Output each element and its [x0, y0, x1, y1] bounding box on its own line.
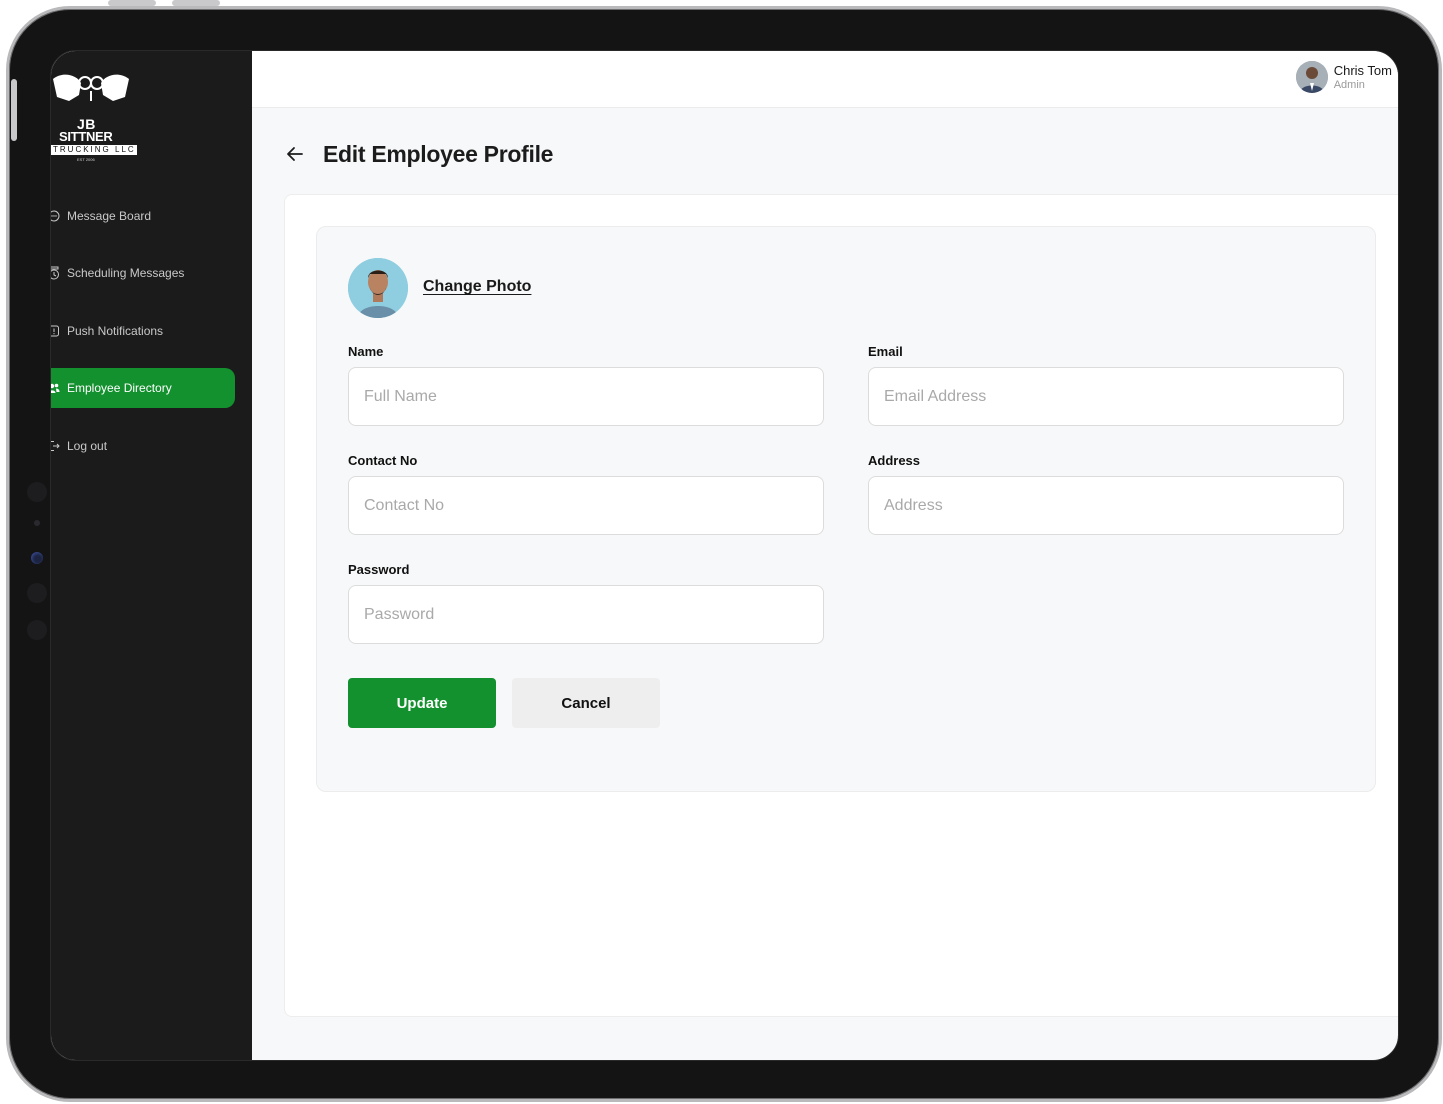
name-label: Name: [348, 344, 384, 359]
address-label: Address: [868, 453, 921, 468]
password-field[interactable]: [348, 585, 824, 644]
power-button: [11, 79, 17, 141]
notification-icon: [51, 324, 61, 338]
profile-card: Change Photo Name Email Contact No Addre…: [284, 194, 1398, 1017]
sidebar-item-label: Push Notifications: [67, 324, 164, 338]
sidebar-item-log-out[interactable]: Log out: [51, 426, 235, 466]
update-button[interactable]: Update: [348, 678, 496, 728]
logo-band: TRUCKING LLC: [51, 145, 137, 155]
user-name: Chris Tom: [1333, 62, 1392, 78]
change-photo-link[interactable]: Change Photo: [423, 278, 531, 296]
address-field[interactable]: [868, 476, 1344, 535]
sidebar-item-message-board[interactable]: Message Board: [51, 196, 235, 236]
sensor-icon: [27, 620, 47, 640]
sidebar: JB SITTNER TRUCKING LLC EST 2006 Message…: [51, 51, 252, 1060]
sidebar-item-label: Message Board: [67, 209, 152, 223]
back-arrow-icon[interactable]: [284, 143, 306, 165]
user-menu[interactable]: Chris Tom Admin: [1295, 61, 1392, 93]
email-field[interactable]: [868, 367, 1344, 426]
sidebar-item-label: Log out: [67, 439, 108, 453]
contact-label: Contact No: [348, 453, 418, 468]
profile-form: Change Photo Name Email Contact No Addre…: [316, 226, 1376, 792]
app-screen: JB SITTNER TRUCKING LLC EST 2006 Message…: [50, 50, 1399, 1061]
sidebar-item-label: Employee Directory: [67, 381, 172, 395]
password-label: Password: [348, 562, 410, 577]
users-icon: [51, 381, 61, 395]
clock-icon: [51, 266, 61, 280]
sidebar-item-push-notifications[interactable]: Push Notifications: [51, 311, 235, 351]
company-logo: JB SITTNER TRUCKING LLC EST 2006: [51, 71, 147, 162]
sensor-icon: [27, 583, 47, 603]
sidebar-item-scheduling-messages[interactable]: Scheduling Messages: [51, 253, 235, 293]
top-bar: Chris Tom Admin: [252, 51, 1398, 108]
email-label: Email: [868, 344, 903, 359]
sensor-dot: [34, 520, 40, 526]
contact-field[interactable]: [348, 476, 824, 535]
name-field[interactable]: [348, 367, 824, 426]
message-icon: [51, 209, 61, 223]
avatar: [1295, 61, 1328, 93]
sidebar-item-label: Scheduling Messages: [67, 266, 185, 280]
logo-est: EST 2006: [77, 157, 95, 162]
cancel-button[interactable]: Cancel: [512, 678, 660, 728]
camera-icon: [31, 552, 43, 564]
page-title: Edit Employee Profile: [323, 141, 554, 167]
profile-photo: [348, 258, 408, 318]
logout-icon: [51, 439, 61, 453]
sidebar-item-employee-directory[interactable]: Employee Directory: [51, 368, 235, 408]
user-role: Admin: [1333, 78, 1365, 91]
logo-mark-icon: [53, 74, 129, 101]
logo-text: SITTNER: [59, 129, 113, 144]
sensor-icon: [27, 482, 47, 502]
